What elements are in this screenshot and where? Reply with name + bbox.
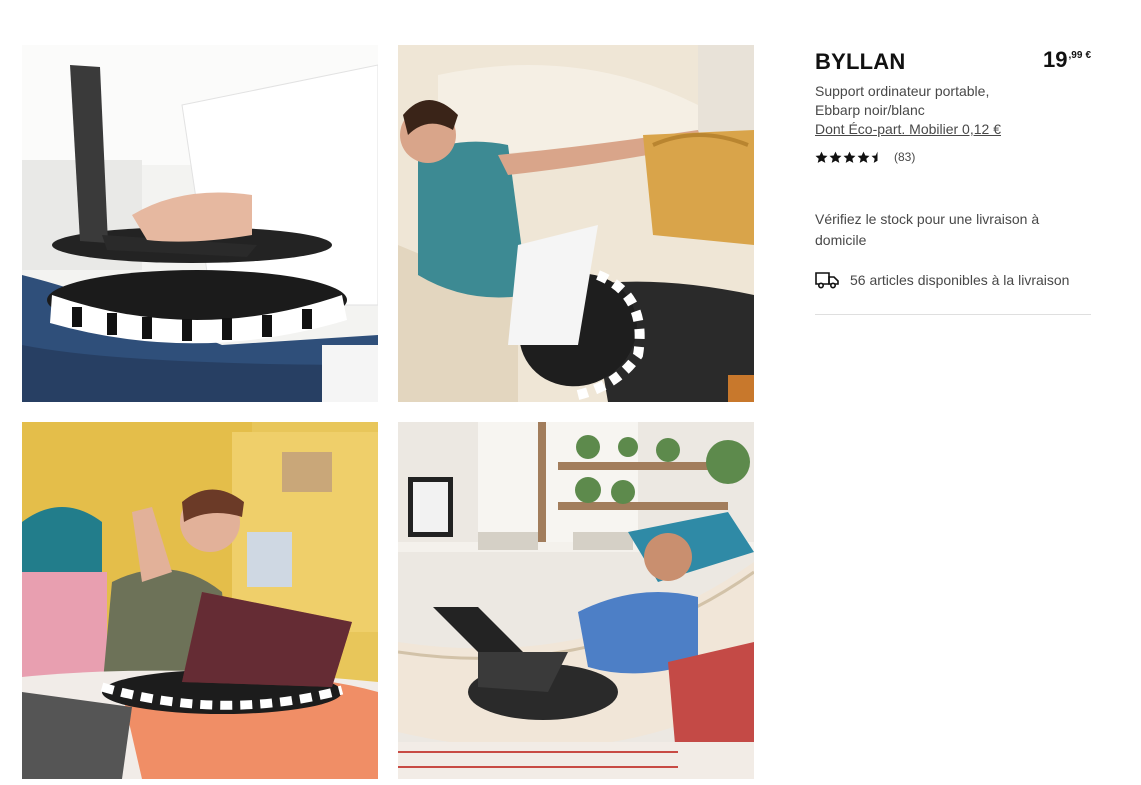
gallery-image-1[interactable] — [22, 45, 378, 402]
check-stock-text: Vérifiez le stock pour une livraison à d… — [815, 211, 1040, 248]
product-image-gallery — [22, 45, 756, 779]
ecopart-link[interactable]: Dont Éco-part. Mobilier 0,12 € — [815, 120, 1001, 139]
product-photo-4 — [398, 422, 754, 779]
description-line-1: Support ordinateur portable, — [815, 83, 990, 99]
product-photo-1 — [22, 45, 378, 402]
star-icon — [871, 151, 884, 163]
gallery-image-2[interactable] — [398, 45, 754, 402]
price-decimals: ,99 — [1068, 50, 1083, 61]
gallery-image-3[interactable] — [22, 422, 378, 779]
star-icon — [829, 151, 842, 163]
divider — [815, 314, 1091, 315]
gallery-image-4[interactable] — [398, 422, 754, 779]
product-photo-3 — [22, 422, 378, 779]
star-icon — [843, 151, 856, 163]
product-photo-2 — [398, 45, 754, 402]
description-line-2: Ebbarp noir/blanc — [815, 102, 925, 118]
rating-stars — [815, 151, 884, 164]
rating-reviews-button[interactable]: (83) — [815, 150, 915, 164]
delivery-text: 56 articles disponibles à la livraison — [850, 272, 1070, 288]
product-price: 19 ,99 € — [1043, 47, 1091, 73]
star-icon — [815, 151, 828, 163]
price-currency: € — [1085, 50, 1091, 61]
product-description: Support ordinateur portable, Ebbarp noir… — [815, 82, 1035, 120]
price-integer: 19 — [1043, 47, 1068, 72]
delivery-availability: 56 articles disponibles à la livraison — [815, 271, 1069, 289]
star-icon — [857, 151, 870, 163]
product-name: BYLLAN — [815, 49, 906, 74]
review-count: (83) — [894, 150, 916, 164]
truck-icon — [815, 272, 839, 289]
